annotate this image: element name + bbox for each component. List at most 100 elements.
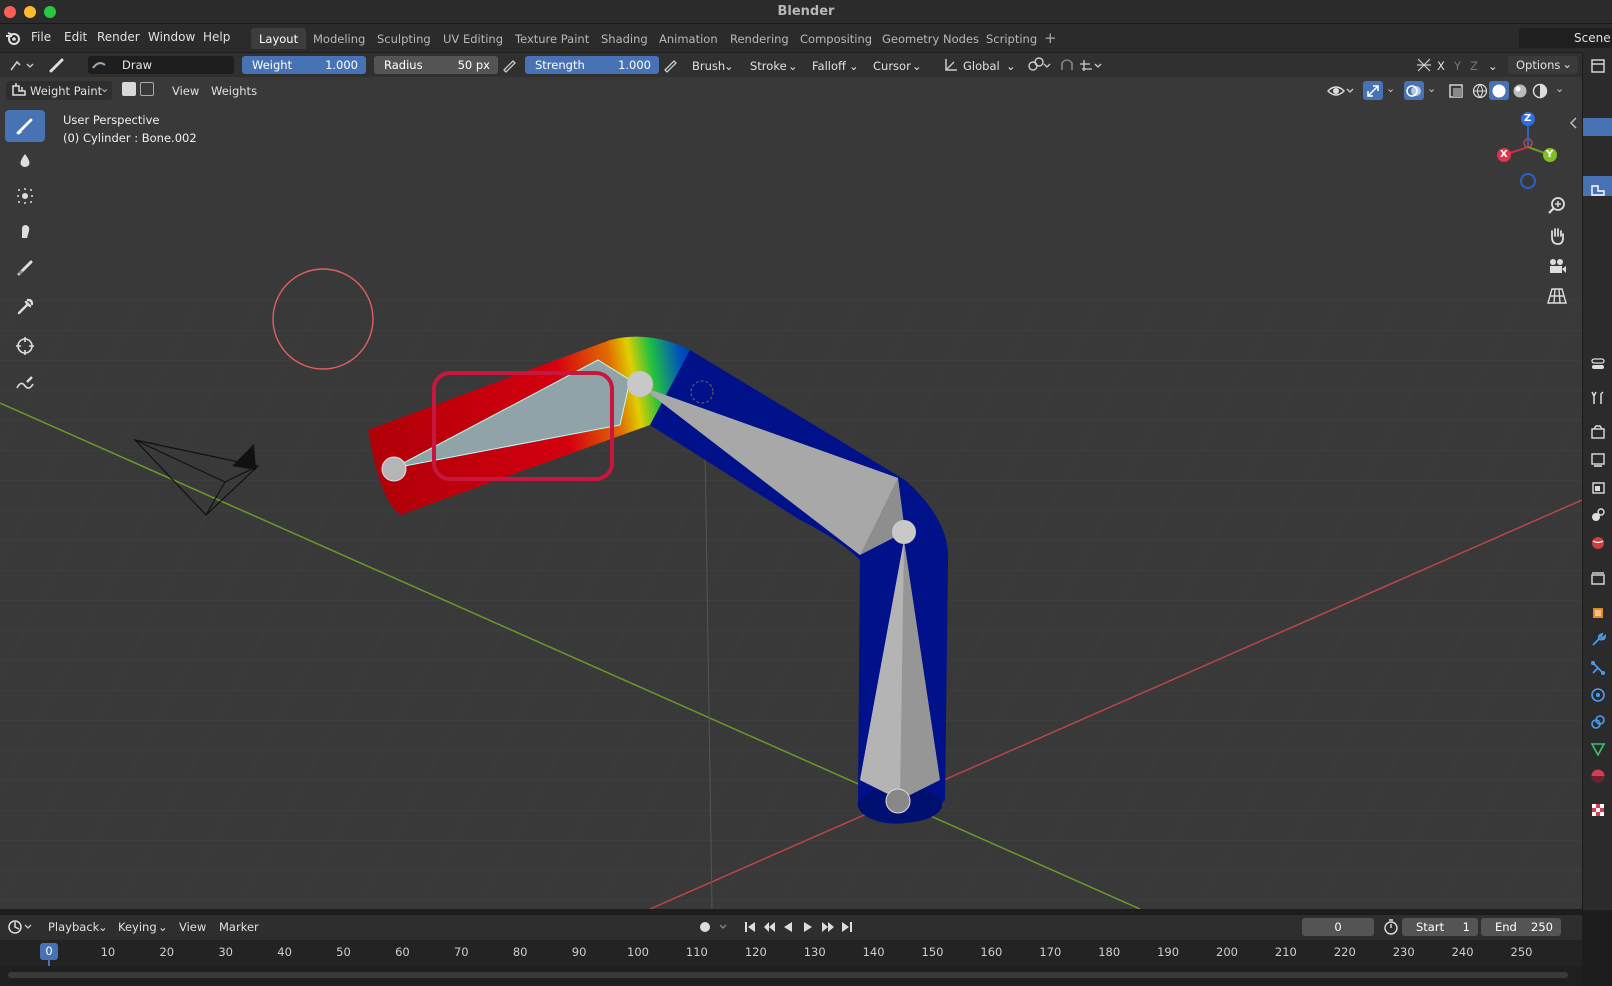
tab-scripting[interactable]: Scripting [978, 28, 1045, 49]
brush-name-field[interactable]: Draw [88, 56, 234, 74]
tab-sculpting[interactable]: Sculpting [369, 28, 439, 49]
weights-menu[interactable]: Weights [211, 84, 257, 98]
solid-shading-icon [1492, 84, 1506, 98]
sidebar-toggle-chevron-icon[interactable] [1568, 116, 1580, 130]
output-properties-icon[interactable] [1590, 452, 1606, 468]
draw-brush-icon [16, 118, 33, 135]
tab-uv-editing[interactable]: UV Editing [435, 28, 511, 49]
wireframe-shading-icon[interactable] [1472, 83, 1488, 99]
menu-edit[interactable]: Edit [64, 30, 87, 44]
sample-weight-tool-button[interactable] [5, 291, 45, 323]
3d-viewport[interactable]: User Perspective (0) Cylinder : Bone.002… [0, 77, 1582, 909]
physics-icon[interactable] [1590, 687, 1606, 703]
modifier-wrench-icon[interactable] [1590, 632, 1606, 648]
object-data-icon[interactable] [1590, 741, 1606, 757]
shading-chevron-icon[interactable]: ⌄ [1555, 82, 1564, 95]
view-layer-icon[interactable] [1590, 480, 1606, 496]
texture-properties-icon[interactable] [1590, 802, 1606, 818]
material-preview-icon[interactable] [1512, 83, 1528, 99]
average-tool-button[interactable] [5, 180, 45, 212]
cursor-dropdown[interactable]: Cursor [873, 59, 911, 73]
camera-view-icon[interactable] [1546, 255, 1568, 277]
brush-dropdown[interactable]: Brush [692, 59, 725, 73]
render-properties-icon[interactable] [1590, 424, 1606, 440]
timeline-tick-label: 120 [744, 945, 767, 959]
scene-properties-icon[interactable] [1590, 507, 1606, 523]
weight-field[interactable]: Weight 1.000 [242, 56, 366, 74]
mirror-icon[interactable] [1415, 56, 1433, 74]
start-frame-field[interactable]: Start 1 [1402, 918, 1478, 936]
tab-layout[interactable]: Layout [251, 28, 307, 49]
constraints-icon[interactable] [1590, 714, 1606, 730]
marker-menu[interactable]: Marker [219, 920, 259, 934]
options-dropdown[interactable]: Options ⌄ [1508, 56, 1578, 74]
gradient-tool-button[interactable] [5, 252, 45, 284]
radius-field[interactable]: Radius 50 px [374, 56, 498, 74]
pan-hand-icon[interactable] [1546, 225, 1568, 247]
view-menu[interactable]: View [172, 84, 199, 98]
pivot-icon[interactable] [1026, 56, 1054, 74]
tab-shading[interactable]: Shading [593, 28, 656, 49]
annotate-tool-button[interactable] [5, 369, 45, 401]
auto-keying-record-icon[interactable] [696, 918, 732, 936]
window-title-bar: Blender [0, 0, 1612, 24]
editor-type-icon[interactable] [8, 56, 36, 74]
add-workspace-button[interactable]: + [1044, 29, 1057, 47]
mirror-z-toggle[interactable]: Z [1470, 59, 1478, 73]
stroke-dropdown[interactable]: Stroke [750, 59, 787, 73]
menu-render[interactable]: Render [97, 30, 140, 44]
perspective-grid-icon[interactable] [1546, 285, 1568, 307]
menu-file[interactable]: File [31, 30, 51, 44]
tab-rendering[interactable]: Rendering [722, 28, 797, 49]
mirror-x-toggle[interactable]: X [1437, 59, 1445, 73]
tool-tab-icon[interactable] [1590, 390, 1606, 406]
tab-animation[interactable]: Animation [651, 28, 726, 49]
menu-window[interactable]: Window [148, 30, 195, 44]
timeline-view-menu[interactable]: View [179, 920, 206, 934]
visibility-eye-icon[interactable] [1326, 82, 1356, 100]
mirror-chevron-icon[interactable]: ⌄ [1488, 59, 1498, 73]
strength-pressure-icon[interactable] [661, 56, 679, 74]
rendered-shading-icon[interactable] [1532, 83, 1548, 99]
menu-help[interactable]: Help [203, 30, 230, 44]
tab-geometry-nodes[interactable]: Geometry Nodes [874, 28, 987, 49]
timeline-scrollbar[interactable] [8, 972, 1568, 978]
collection-properties-icon[interactable] [1590, 570, 1606, 586]
playback-menu[interactable]: Playback [48, 920, 99, 934]
outliner-editor-icon[interactable] [1590, 58, 1606, 74]
gizmo-chevron-icon[interactable]: ⌄ [1386, 82, 1395, 95]
snapping-icon[interactable] [1058, 56, 1104, 74]
blur-tool-button[interactable] [5, 145, 45, 177]
end-frame-field[interactable]: End 250 [1481, 918, 1561, 936]
mask-face-icon[interactable] [122, 82, 136, 96]
mirror-y-toggle[interactable]: Y [1454, 59, 1461, 73]
draw-tool-button[interactable] [5, 110, 45, 142]
mask-vertex-icon[interactable] [140, 82, 154, 96]
strength-field[interactable]: Strength 1.000 [525, 56, 659, 74]
material-properties-icon[interactable] [1590, 768, 1606, 784]
smear-tool-button[interactable] [5, 215, 45, 247]
world-properties-icon[interactable] [1590, 535, 1606, 551]
timeline-editor-type-icon[interactable] [8, 919, 36, 935]
object-properties-icon[interactable] [1590, 605, 1606, 621]
playhead-frame-marker[interactable]: 0 [40, 943, 58, 960]
falloff-dropdown[interactable]: Falloff [812, 59, 846, 73]
properties-toggle-icon[interactable] [1590, 356, 1606, 372]
timeline-tick-label: 250 [1510, 945, 1533, 959]
particles-icon[interactable] [1590, 660, 1606, 676]
blender-logo-icon[interactable] [5, 30, 21, 46]
xray-icon[interactable] [1448, 83, 1464, 99]
tab-texture-paint[interactable]: Texture Paint [507, 28, 597, 49]
current-frame-field[interactable]: 0 [1302, 918, 1374, 936]
overlays-chevron-icon[interactable]: ⌄ [1427, 82, 1436, 95]
zoom-icon[interactable] [1546, 195, 1568, 217]
radius-pressure-icon[interactable] [500, 56, 518, 74]
keying-menu[interactable]: Keying [118, 920, 157, 934]
stroke-dropdown-chevron-icon: ⌄ [788, 59, 798, 73]
tab-modeling[interactable]: Modeling [305, 28, 373, 49]
tab-compositing[interactable]: Compositing [792, 28, 880, 49]
orientation-dropdown[interactable]: Global [963, 59, 1000, 73]
stopwatch-icon[interactable] [1383, 919, 1399, 935]
cursor-tool-button[interactable] [5, 330, 45, 362]
tool-settings-icon[interactable] [1590, 182, 1606, 198]
